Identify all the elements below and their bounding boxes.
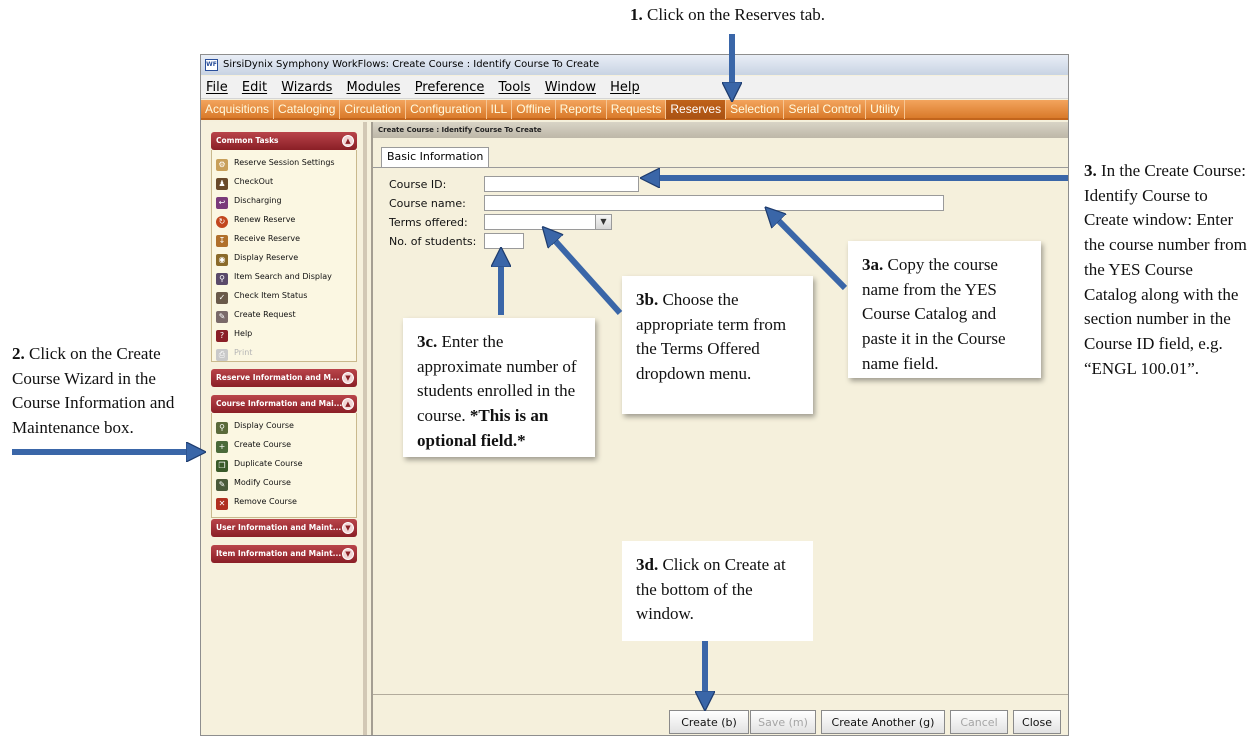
- annotation-arrows: [12, 34, 1068, 745]
- arrow-to-terms-offered: [549, 234, 623, 316]
- arrow-to-course-name: [772, 214, 848, 291]
